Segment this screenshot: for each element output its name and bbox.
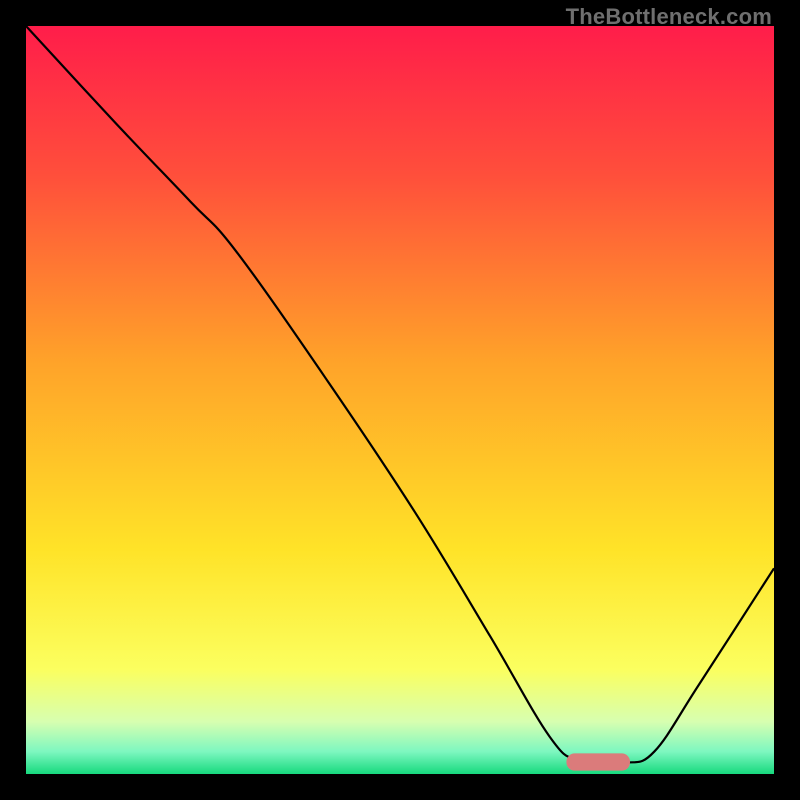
watermark-text: TheBottleneck.com (566, 4, 772, 30)
chart-frame: TheBottleneck.com (0, 0, 800, 800)
chart-marker (566, 753, 630, 770)
chart-background (26, 26, 774, 774)
chart-plot-area (26, 26, 774, 774)
chart-svg (26, 26, 774, 774)
